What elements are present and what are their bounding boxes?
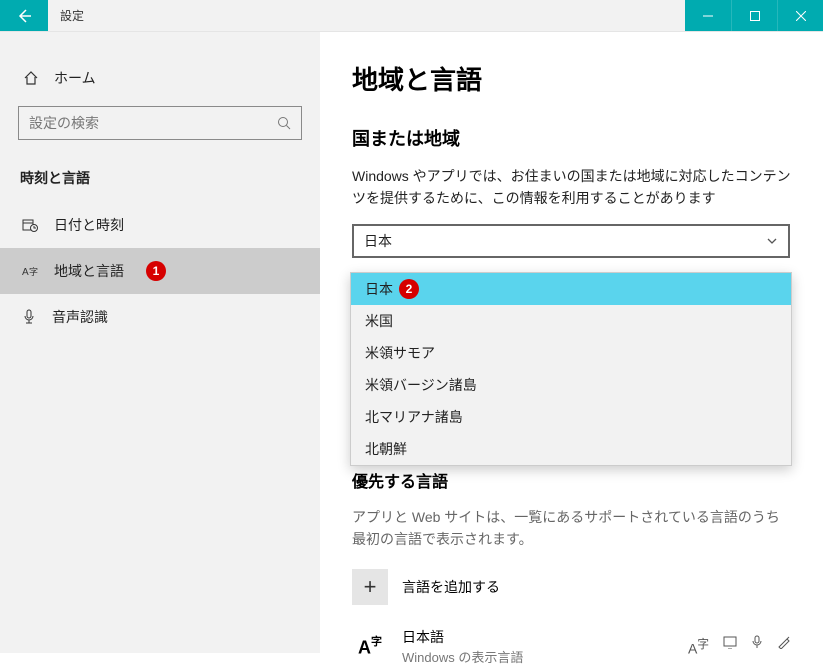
microphone-icon [22, 309, 36, 325]
maximize-icon [750, 11, 760, 21]
home-icon [22, 70, 40, 86]
dropdown-option[interactable]: 米領バージン諸島 [351, 369, 791, 401]
add-language-button[interactable]: + 言語を追加する [352, 569, 791, 605]
section-preferred-languages-title: 優先する言語 [352, 468, 791, 492]
dropdown-option[interactable]: 米国 [351, 305, 791, 337]
sidebar-item-region-language[interactable]: A字 地域と言語 1 [0, 248, 320, 294]
sidebar-item-label: 音声認識 [52, 307, 108, 327]
language-item[interactable]: A字 日本語 Windows の表示言語 A字 [352, 627, 791, 666]
sidebar: ホーム 設定の検索 時刻と言語 日付と時刻 A字 地域と言語 1 音声認識 [0, 32, 320, 653]
preferred-languages-description: アプリと Web サイトは、一覧にあるサポートされている言語のうち最初の言語で表… [352, 506, 791, 551]
dropdown-option-label: 米領バージン諸島 [365, 375, 477, 395]
main-content: 地域と言語 国または地域 Windows やアプリでは、お住まいの国または地域に… [320, 32, 823, 653]
sidebar-item-label: 日付と時刻 [54, 215, 124, 235]
window-title: 設定 [48, 0, 96, 31]
language-name: 日本語 [402, 627, 523, 647]
minimize-button[interactable] [685, 0, 731, 31]
search-input[interactable]: 設定の検索 [18, 106, 302, 140]
dropdown-option-label: 北マリアナ諸島 [365, 407, 463, 427]
search-icon [277, 116, 291, 130]
language-text: 日本語 Windows の表示言語 [402, 627, 523, 666]
display-language-icon: A字 [688, 635, 709, 657]
chevron-down-icon [766, 235, 778, 247]
annotation-badge-2: 2 [399, 279, 419, 299]
speech-recognition-icon [751, 635, 763, 657]
dropdown-option-label: 北朝鮮 [365, 439, 407, 459]
window-controls [685, 0, 823, 31]
sidebar-item-speech[interactable]: 音声認識 [0, 294, 320, 340]
language-glyph-icon: A字 [352, 633, 388, 659]
language-icon: A字 [22, 264, 38, 278]
sidebar-item-label: 地域と言語 [54, 261, 124, 281]
plus-icon: + [352, 569, 388, 605]
back-button[interactable] [0, 0, 48, 31]
language-feature-icons: A字 [688, 635, 791, 657]
minimize-icon [703, 11, 713, 21]
dropdown-option-label: 米国 [365, 311, 393, 331]
add-language-label: 言語を追加する [402, 577, 500, 597]
home-link[interactable]: ホーム [0, 56, 320, 100]
dropdown-option[interactable]: 米領サモア [351, 337, 791, 369]
svg-text:A: A [22, 267, 29, 278]
country-description: Windows やアプリでは、お住まいの国または地域に対応したコンテンツを提供す… [352, 165, 791, 210]
dropdown-option[interactable]: 北マリアナ諸島 [351, 401, 791, 433]
titlebar: 設定 [0, 0, 823, 32]
language-subtitle: Windows の表示言語 [402, 647, 523, 666]
sidebar-group-title: 時刻と言語 [0, 158, 320, 202]
dropdown-option[interactable]: 北朝鮮 [351, 433, 791, 465]
calendar-clock-icon [22, 217, 38, 233]
close-icon [796, 11, 806, 21]
close-button[interactable] [777, 0, 823, 31]
dropdown-option-label: 米領サモア [365, 343, 435, 363]
dropdown-option-label: 日本 [365, 279, 393, 299]
home-label: ホーム [54, 68, 96, 88]
country-select[interactable]: 日本 [352, 224, 790, 258]
search-placeholder: 設定の検索 [29, 113, 99, 133]
dropdown-option[interactable]: 日本 2 [351, 273, 791, 305]
section-country-title: 国または地域 [352, 125, 791, 151]
country-select-value: 日本 [364, 231, 392, 251]
arrow-left-icon [16, 8, 32, 24]
country-dropdown: 日本 2 米国 米領サモア 米領バージン諸島 北マリアナ諸島 北朝鮮 [350, 272, 792, 466]
maximize-button[interactable] [731, 0, 777, 31]
svg-text:字: 字 [29, 266, 38, 277]
sidebar-item-date-time[interactable]: 日付と時刻 [0, 202, 320, 248]
handwriting-icon [777, 635, 791, 657]
annotation-badge-1: 1 [146, 261, 166, 281]
page-title: 地域と言語 [352, 60, 791, 97]
text-to-speech-icon [723, 635, 737, 657]
